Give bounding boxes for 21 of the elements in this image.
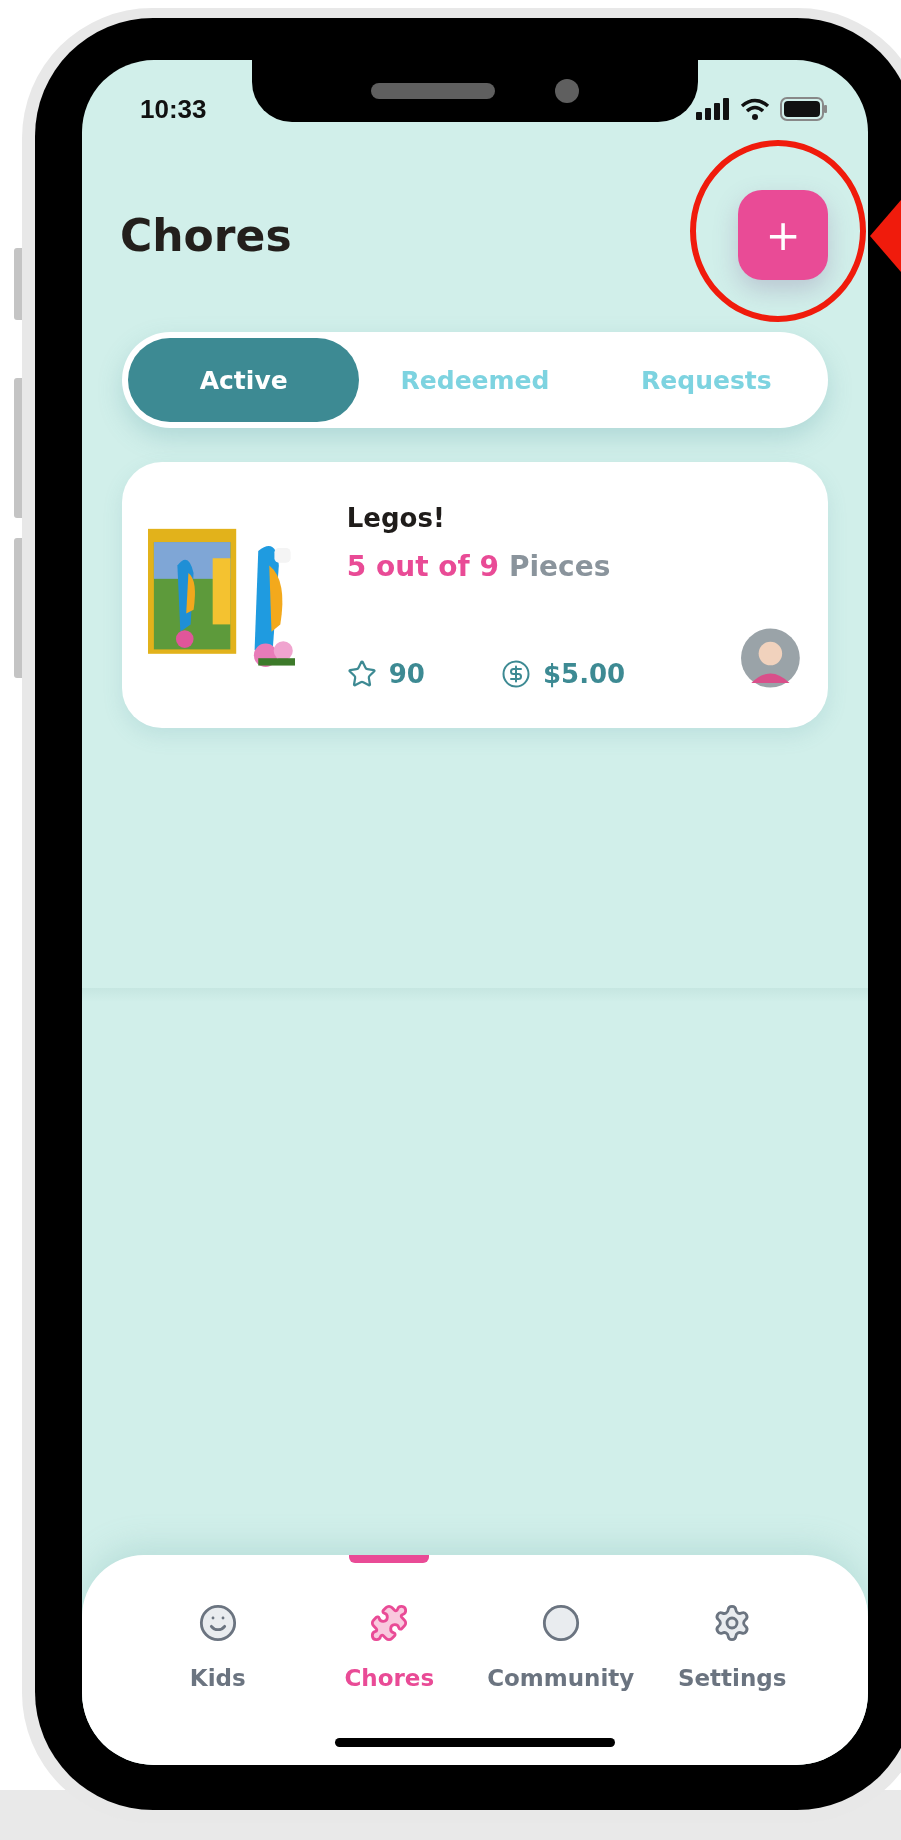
pointer-arrow — [870, 200, 901, 272]
reward-value: $5.00 — [542, 659, 626, 689]
signal-icon — [696, 98, 730, 120]
nav-item[interactable]: Chores — [303, 1555, 475, 1765]
reward-card[interactable]: Legos! 5 out of 9 Pieces 90 $5.00 — [122, 462, 828, 728]
reward-title: Legos! — [346, 503, 446, 533]
page-title: Chores — [120, 209, 292, 261]
puzzle-icon — [369, 1603, 410, 1643]
progress-unit: Pieces — [508, 549, 611, 583]
face-icon — [197, 1603, 238, 1643]
progress-count: 5 out of 9 — [346, 549, 499, 583]
coin-icon — [500, 659, 531, 689]
wifi-icon — [740, 98, 770, 120]
nav-item[interactable]: Kids — [132, 1555, 304, 1765]
add-button[interactable]: + — [738, 190, 828, 280]
battery-icon — [780, 97, 828, 121]
star-icon — [346, 659, 377, 689]
points-value: 90 — [388, 659, 425, 689]
status-time: 10:33 — [140, 93, 207, 125]
nav-item[interactable]: Settings — [646, 1555, 818, 1765]
tab[interactable]: Active — [128, 338, 360, 422]
